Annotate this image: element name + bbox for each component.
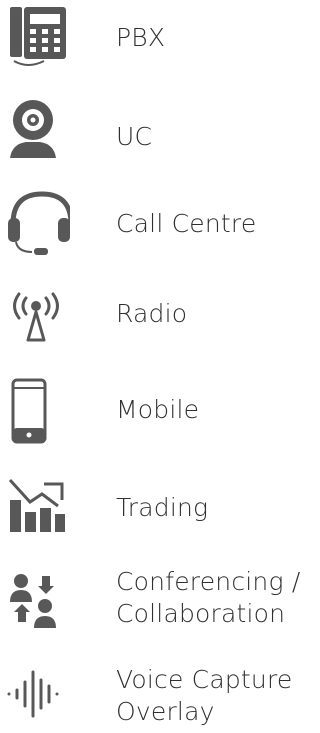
list-item-conferencing: Conferencing / Collaboration: [0, 560, 316, 640]
list-item-voice-capture: Voice Capture Overlay: [0, 650, 316, 730]
conference-people-icon: [4, 568, 70, 634]
desk-phone-icon: [4, 5, 70, 71]
item-label-radio: Radio: [116, 299, 188, 328]
item-label-conferencing: Conferencing / Collaboration: [116, 566, 300, 630]
voice-waveform-icon: [4, 656, 70, 722]
item-label-uc: UC: [116, 122, 153, 151]
item-label-trading: Trading: [116, 493, 209, 522]
item-label-mobile: Mobile: [116, 395, 200, 424]
headset-icon: [4, 190, 70, 256]
item-label-voice-capture: Voice Capture Overlay: [116, 664, 292, 728]
list-item-radio: Radio: [0, 280, 316, 360]
list-item-uc: UC: [0, 90, 316, 170]
item-label-conferencing-line2: Collaboration: [116, 599, 286, 628]
list-item-mobile: Mobile: [0, 375, 316, 455]
list-item-pbx: PBX: [0, 0, 316, 80]
webcam-icon: [4, 96, 70, 162]
radio-antenna-icon: [4, 286, 70, 352]
item-label-pbx: PBX: [116, 23, 166, 52]
mobile-phone-icon: [4, 378, 70, 444]
trading-chart-icon: [4, 476, 70, 542]
list-item-trading: Trading: [0, 470, 316, 550]
item-label-call-centre: Call Centre: [116, 209, 257, 238]
item-label-voice-capture-line1: Voice Capture: [116, 665, 293, 694]
list-item-call-centre: Call Centre: [0, 185, 316, 265]
item-label-voice-capture-line2: Overlay: [116, 697, 215, 726]
item-label-conferencing-line1: Conferencing /: [116, 567, 301, 596]
